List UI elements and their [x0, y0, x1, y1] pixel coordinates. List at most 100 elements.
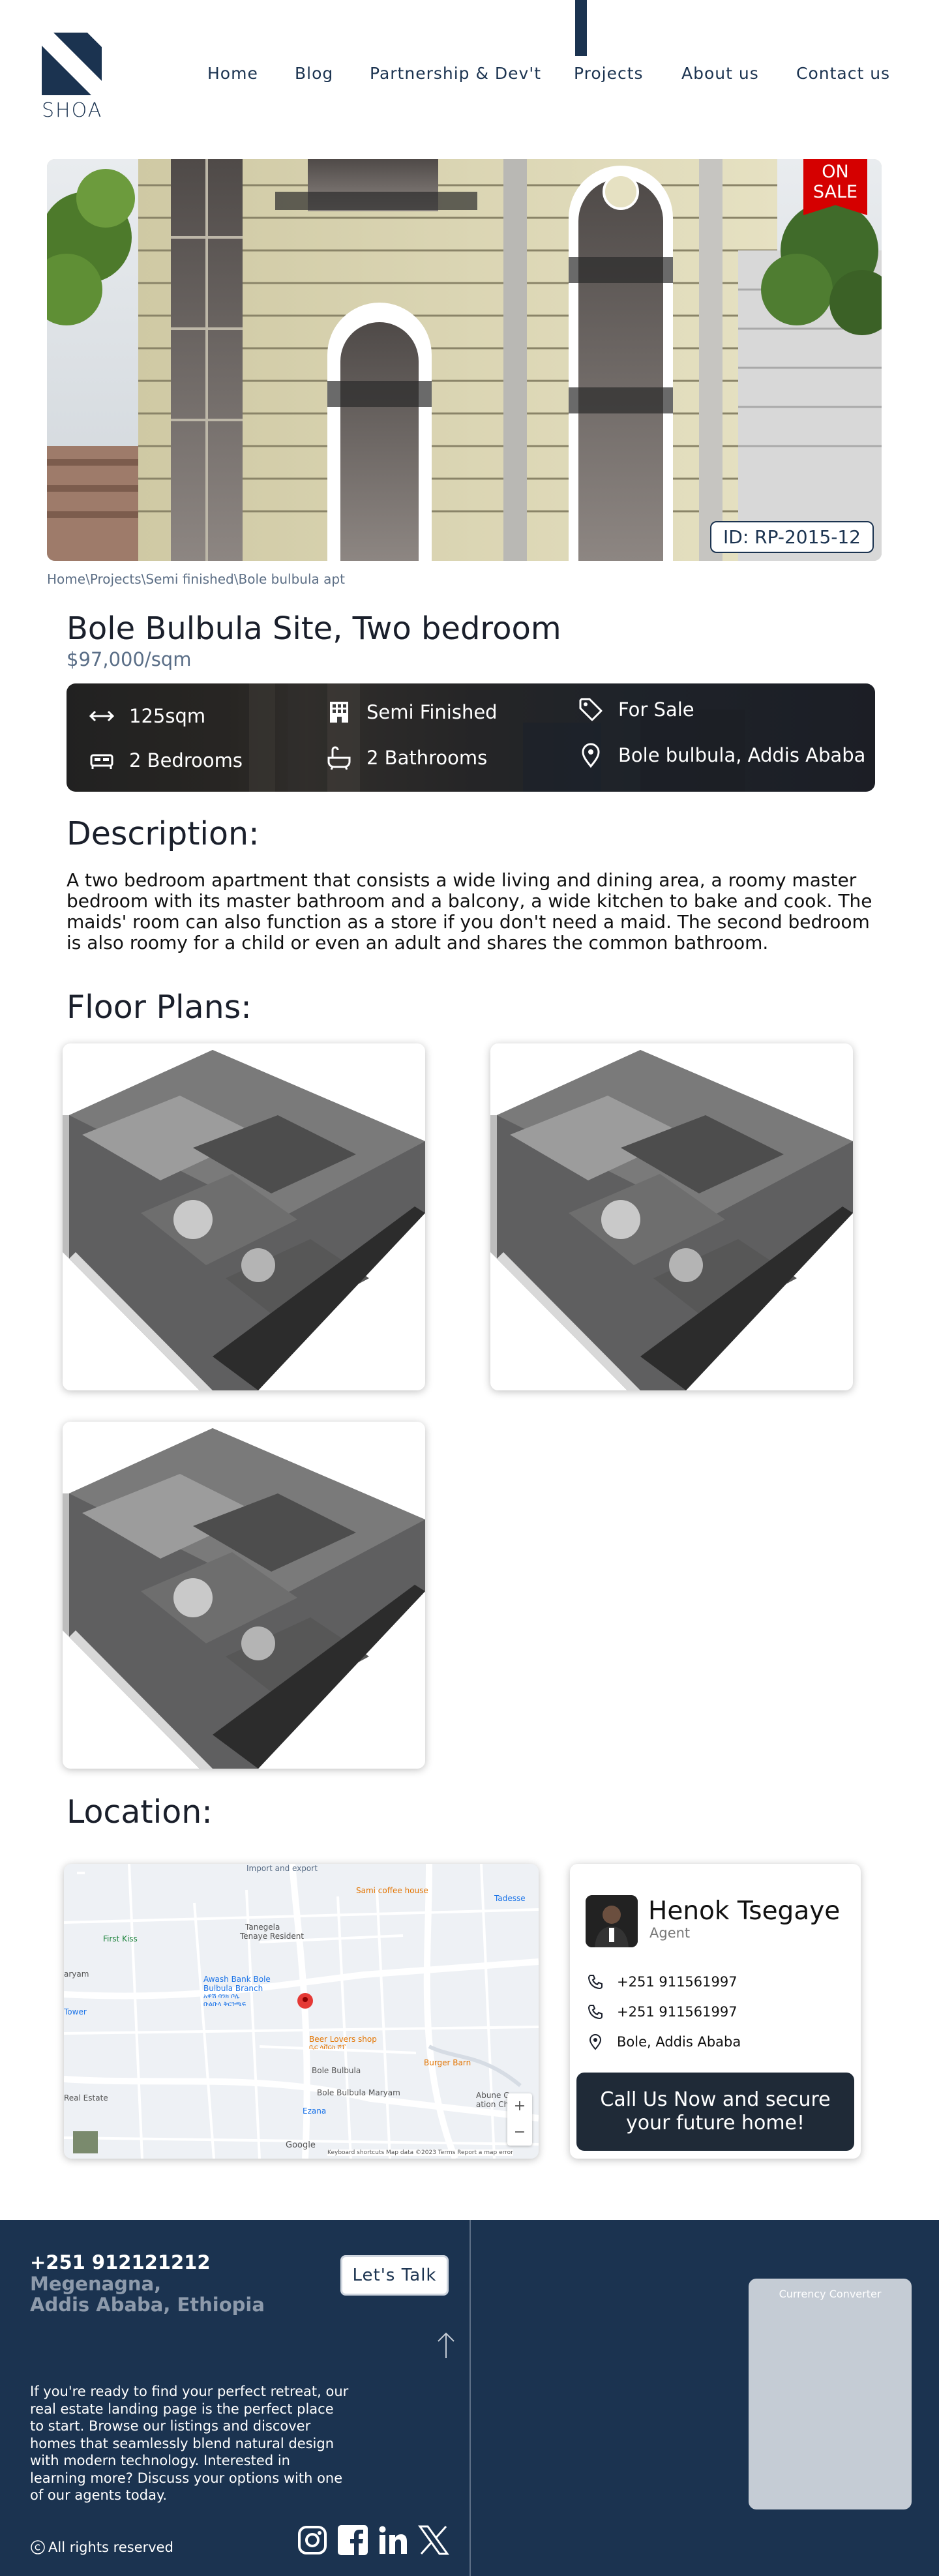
spec-bathrooms-value: 2 Bathrooms — [366, 747, 488, 769]
nav-projects[interactable]: Projects — [574, 64, 644, 83]
property-price: $97,000/sqm — [67, 648, 192, 670]
map-label-tower: Tower — [64, 2007, 87, 2016]
location-pin-icon — [582, 743, 600, 768]
currency-converter-widget[interactable]: Currency Converter — [749, 2279, 912, 2509]
location-map[interactable]: Import and export Sami coffee house Tade… — [64, 1864, 539, 2159]
resize-horizontal-icon — [89, 710, 115, 722]
building-illustration — [47, 159, 882, 561]
facebook-icon[interactable] — [336, 2524, 369, 2556]
location-pin-icon — [589, 2034, 602, 2050]
call-now-button[interactable]: Call Us Now and secure your future home! — [576, 2073, 854, 2151]
map-label-burger-barn: Burger Barn — [424, 2058, 471, 2067]
floor-plan-image[interactable] — [63, 1043, 425, 1390]
footer-rights: All rights reserved — [30, 2539, 173, 2555]
nav-blog[interactable]: Blog — [295, 64, 333, 83]
logo-text: SHOA — [42, 99, 103, 122]
agent-phone-2[interactable]: +251 911561997 — [587, 2003, 738, 2020]
phone-icon — [588, 2005, 603, 2020]
breadcrumb-home[interactable]: Home — [47, 571, 85, 587]
spec-area: 125sqm — [89, 703, 205, 729]
map-label-beer-amh: ቢር ላቨርስ ሾፕ — [309, 2044, 346, 2051]
map-view-larger[interactable] — [77, 1872, 85, 1874]
ribbon-line-1: ON — [822, 162, 849, 182]
nav-about[interactable]: About us — [681, 64, 759, 83]
agent-name: Henok Tsegaye — [648, 1896, 841, 1926]
spec-bedrooms: 2 Bedrooms — [89, 747, 243, 773]
nav-contact[interactable]: Contact us — [796, 64, 890, 83]
spec-location-value: Bole bulbula, Addis Ababa — [618, 744, 866, 766]
breadcrumb-separator: \ — [85, 571, 90, 587]
map-label-aryam: aryam — [64, 1969, 89, 1979]
map-attribution[interactable]: Keyboard shortcuts Map data ©2023 Terms … — [327, 2149, 513, 2156]
map-label-tenaye: Tenaye Resident — [240, 1932, 305, 1941]
property-id-badge: ID: RP-2015-12 — [710, 521, 874, 553]
map-label-google: Google — [286, 2140, 316, 2150]
map-zoom-out-button[interactable]: − — [507, 2119, 532, 2146]
nav-partnership[interactable]: Partnership & Dev't — [370, 64, 541, 83]
spec-finish-value: Semi Finished — [366, 701, 498, 723]
cta-line-1: Call Us Now and secure — [600, 2088, 831, 2111]
floor-plan-image[interactable] — [63, 1422, 425, 1769]
map-label-beer-lovers: Beer Lovers shop — [309, 2035, 377, 2044]
breadcrumb-semi-finished[interactable]: Semi finished — [145, 571, 233, 587]
agent-phone-1-text: +251 911561997 — [617, 1974, 738, 1990]
nav-home[interactable]: Home — [207, 64, 258, 83]
map-zoom-in-button[interactable]: + — [507, 2093, 532, 2119]
floor-plans-heading: Floor Plans: — [67, 989, 252, 1026]
footer-phone[interactable]: +251 912121212 — [30, 2251, 211, 2273]
map-label-abune2: ation Ch — [476, 2100, 509, 2109]
map-label-bole-maryam: Bole Bulbula Maryam — [317, 2088, 400, 2097]
linkedin-icon[interactable] — [377, 2524, 410, 2556]
description-text: A two bedroom apartment that consists a … — [67, 869, 872, 953]
spec-finish: Semi Finished — [326, 699, 498, 725]
floor-plan-image[interactable] — [490, 1043, 853, 1390]
property-title: Bole Bulbula Site, Two bedroom — [67, 610, 561, 647]
spec-status-value: For Sale — [618, 698, 694, 721]
breadcrumb-current: Bole bulbula apt — [238, 571, 345, 587]
footer-about-text: If you're ready to find your perfect ret… — [30, 2384, 349, 2503]
tag-icon — [579, 698, 603, 721]
map-label-import-export: Import and export — [246, 1864, 318, 1873]
map-streets — [64, 1864, 539, 2159]
site-footer: +251 912121212 Megenagna, Addis Ababa, E… — [0, 2220, 939, 2576]
breadcrumb: Home\Projects\Semi finished\Bole bulbula… — [47, 571, 345, 587]
map-label-awash-amh2: ቡልቡላ ቅርንጫፍ — [203, 2001, 246, 2008]
currency-converter-title: Currency Converter — [779, 2288, 882, 2300]
agent-phone-1[interactable]: +251 911561997 — [587, 1973, 738, 1990]
agent-address: Bole, Addis Ababa — [587, 2033, 741, 2050]
map-label-bole-bulbula: Bole Bulbula — [312, 2066, 361, 2075]
copyright-icon — [31, 2540, 45, 2554]
nav-active-indicator — [575, 0, 587, 56]
agent-role: Agent — [649, 1925, 691, 1941]
spec-location: Bole bulbula, Addis Ababa — [578, 742, 865, 768]
agent-phone-2-text: +251 911561997 — [617, 2004, 738, 2020]
phone-icon — [588, 1975, 603, 1990]
scroll-top-icon[interactable] — [434, 2331, 458, 2359]
location-heading: Location: — [67, 1793, 213, 1831]
bed-icon — [90, 754, 113, 769]
agent-card: Henok Tsegaye Agent +251 911561997 +251 … — [570, 1864, 861, 2159]
agent-avatar — [586, 1895, 638, 1947]
breadcrumb-projects[interactable]: Projects — [90, 571, 142, 587]
map-label-tanegela: Tanegela — [245, 1923, 280, 1932]
main-nav: Home Blog Partnership & Dev't Projects A… — [0, 64, 939, 87]
map-label-awash-bank: Awash Bank Bole — [203, 1975, 271, 1984]
map-label-sami-coffee: Sami coffee house — [356, 1886, 428, 1895]
floor-plan-illustration — [63, 1050, 425, 1390]
footer-address-line-1: Megenagna, — [30, 2273, 162, 2295]
spec-status: For Sale — [578, 696, 694, 723]
map-label-first-kiss: First Kiss — [103, 1934, 138, 1943]
footer-rights-text: All rights reserved — [48, 2539, 173, 2555]
property-specs: 125sqm 2 Bedrooms Semi Finished 2 Bathro… — [67, 683, 875, 792]
floor-plan-illustration — [63, 1428, 425, 1769]
lets-talk-button[interactable]: Let's Talk — [340, 2255, 449, 2296]
hero-image: ON SALE ID: RP-2015-12 — [47, 159, 882, 561]
site-header: SHOA Home Blog Partnership & Dev't Proje… — [0, 0, 939, 143]
instagram-icon[interactable] — [296, 2524, 329, 2556]
footer-address: Megenagna, Addis Ababa, Ethiopia — [30, 2273, 265, 2315]
spec-area-value: 125sqm — [129, 705, 206, 727]
x-twitter-icon[interactable] — [417, 2524, 450, 2556]
bathtub-icon — [327, 746, 351, 770]
floor-plan-illustration — [490, 1050, 853, 1390]
spec-bathrooms: 2 Bathrooms — [326, 745, 487, 771]
